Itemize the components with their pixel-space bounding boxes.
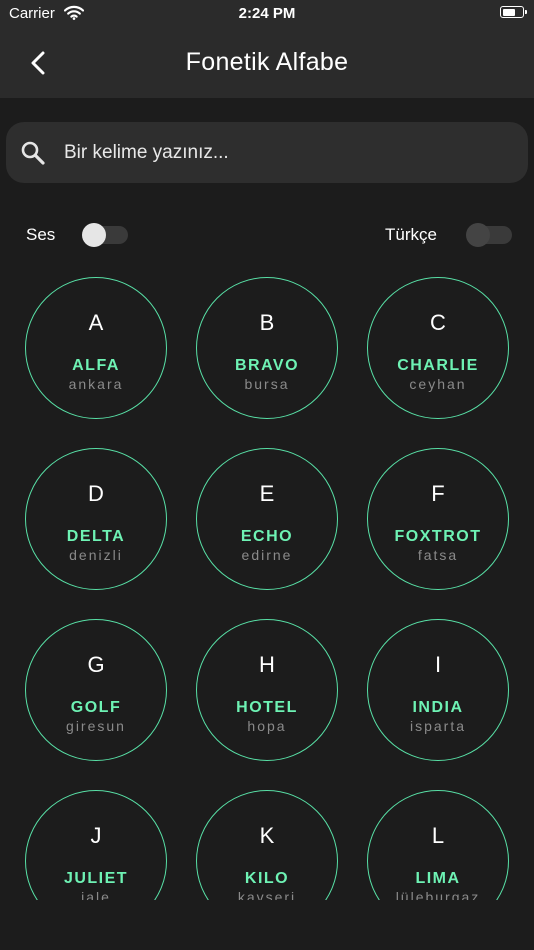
city-word: denizli xyxy=(69,547,123,563)
letter-card[interactable]: I INDIA isparta xyxy=(367,619,509,761)
status-bar: Carrier 2:24 PM xyxy=(0,0,534,28)
letter-card[interactable]: G GOLF giresun xyxy=(25,619,167,761)
letter: A xyxy=(88,310,104,335)
battery-icon xyxy=(500,6,527,18)
letter: F xyxy=(431,481,445,506)
city-word: kavseri xyxy=(237,889,297,900)
letter: G xyxy=(87,652,105,677)
letter: K xyxy=(259,823,275,848)
code-word: BRAVO xyxy=(234,357,300,374)
code-word: LIMA xyxy=(415,870,461,887)
code-word: ALFA xyxy=(72,357,120,374)
code-word: ECHO xyxy=(240,528,294,545)
code-word: INDIA xyxy=(412,699,464,716)
status-time: 2:24 PM xyxy=(238,5,296,22)
code-word: HOTEL xyxy=(236,699,298,716)
letter-card[interactable]: C CHARLIE ceyhan xyxy=(367,277,509,419)
page-title: Fonetik Alfabe xyxy=(185,48,349,76)
city-word: ankara xyxy=(68,376,124,392)
code-word: JULIET xyxy=(63,870,129,887)
letter-card[interactable]: H HOTEL hopa xyxy=(196,619,338,761)
code-word: CHARLIE xyxy=(397,357,479,374)
letter-card[interactable]: K KILO kavseri xyxy=(196,790,338,900)
letter-card[interactable]: D DELTA denizli xyxy=(25,448,167,590)
city-word: giresun xyxy=(66,718,126,734)
letter: L xyxy=(431,823,445,848)
code-word: DELTA xyxy=(66,528,126,545)
city-word: bursa xyxy=(244,376,290,392)
city-word: hopa xyxy=(247,718,287,734)
letter: B xyxy=(259,310,275,335)
city-word: ceyhan xyxy=(409,376,467,392)
code-word: FOXTROT xyxy=(394,528,482,545)
ses-toggle-label: Ses xyxy=(26,225,56,244)
city-word: fatsa xyxy=(417,547,459,563)
letter-grid: A ALFA ankara B BRAVO bursa C CHARLIE ce… xyxy=(0,275,534,900)
letter-card[interactable]: L LIMA lüleburgaz xyxy=(367,790,509,900)
bottom-spacer xyxy=(0,900,534,950)
turkce-toggle-label: Türkçe xyxy=(385,225,437,244)
letter: C xyxy=(430,310,446,335)
letter-card[interactable]: B BRAVO bursa xyxy=(196,277,338,419)
letter: H xyxy=(259,652,275,677)
code-word: GOLF xyxy=(70,699,122,716)
code-word: KILO xyxy=(244,870,290,887)
navigation-bar: Fonetik Alfabe xyxy=(0,28,534,98)
search-bar[interactable] xyxy=(6,122,528,183)
search-input[interactable] xyxy=(62,132,506,174)
letter: D xyxy=(88,481,104,506)
letter-card[interactable]: F FOXTROT fatsa xyxy=(367,448,509,590)
city-word: lüleburgaz xyxy=(395,889,481,900)
letter: E xyxy=(259,481,275,506)
ses-toggle[interactable] xyxy=(82,223,128,247)
letter-card[interactable]: A ALFA ankara xyxy=(25,277,167,419)
letter: I xyxy=(434,652,442,677)
city-word: isparta xyxy=(409,718,467,734)
city-word: iale xyxy=(81,889,111,900)
letter-card[interactable]: E ECHO edirne xyxy=(196,448,338,590)
turkce-toggle[interactable] xyxy=(466,223,512,247)
city-word: edirne xyxy=(241,547,293,563)
letter-card[interactable]: J JULIET iale xyxy=(25,790,167,900)
search-icon xyxy=(20,140,46,171)
letter: J xyxy=(90,823,102,848)
